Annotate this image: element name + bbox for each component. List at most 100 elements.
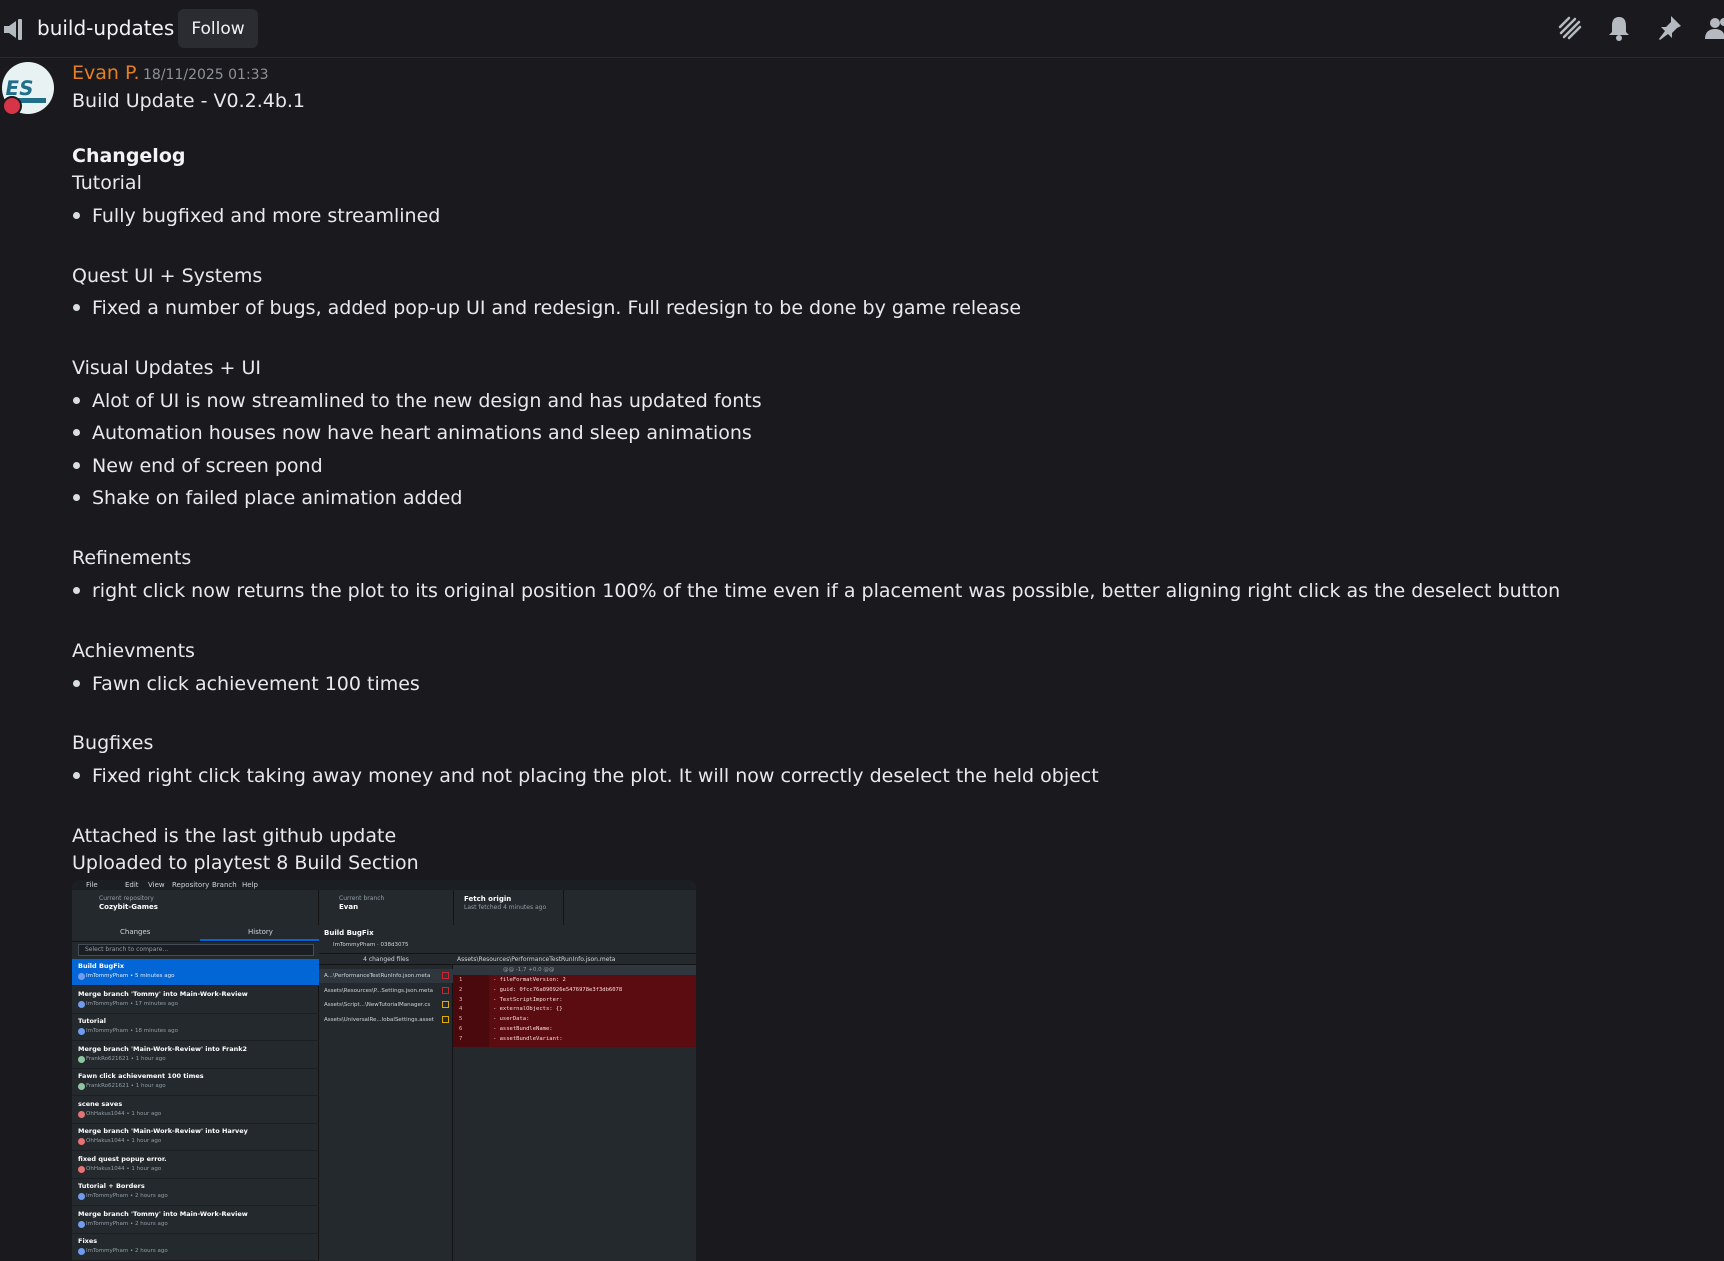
diff-line: - assetBundleName: xyxy=(493,1026,553,1032)
commit-row-title: fixed quest popup error. xyxy=(78,1154,167,1163)
commit-row: Fixes ImTommyPham • 2 hours ago xyxy=(72,1234,319,1261)
commit-row-title: Merge branch 'Main-Work-Review' into Har… xyxy=(78,1127,248,1135)
message-timestamp: 18/11/2025 01:33 xyxy=(143,67,269,83)
branch-label: Current branch xyxy=(339,895,385,902)
image-attachment[interactable]: File Edit View Repository Branch Help Cu… xyxy=(72,880,696,1261)
fetch-sub: Last fetched 4 minutes ago xyxy=(464,904,547,911)
list-item: Automation houses now have heart animati… xyxy=(92,422,752,444)
tab-history: History xyxy=(248,928,273,936)
diff-line: - assetBundleVariant: xyxy=(493,1035,563,1042)
commit-row-meta: ImTommyPham • 2 hours ago xyxy=(86,1248,168,1254)
section-heading: Refinements xyxy=(72,547,192,569)
fetch-label: Fetch origin xyxy=(464,895,512,903)
file-status-icon xyxy=(442,972,449,979)
attachment-tabs: Changes History xyxy=(72,925,319,942)
commit-row: Tutorial + Borders ImTommyPham • 2 hours … xyxy=(72,1179,319,1206)
author-avatar-icon xyxy=(78,1193,85,1200)
follow-button[interactable]: Follow xyxy=(178,9,258,48)
author-avatar-icon xyxy=(78,1248,85,1255)
commit-row-meta: FrankRo621621 • 1 hour ago xyxy=(86,1055,166,1062)
commit-row: Tutorial ImTommyPham • 18 minutes ago xyxy=(72,1014,319,1041)
repo-label: Current repository xyxy=(99,895,154,902)
list-item: Shake on failed place animation added xyxy=(92,487,463,509)
files-heading: 4 changed files xyxy=(319,953,453,965)
section-heading: Visual Updates + UI xyxy=(72,357,261,379)
pin-icon[interactable] xyxy=(1654,13,1684,43)
commit-row-title: scene saves xyxy=(78,1099,123,1108)
message-footer-line: Uploaded to playtest 8 Build Section xyxy=(72,852,419,874)
bullet-dot xyxy=(73,462,80,469)
commit-row-title: Merge branch 'Main-Work-Review' into Fra… xyxy=(78,1044,248,1053)
tab-underline xyxy=(200,939,319,941)
channel-name: build-updates xyxy=(37,16,175,40)
diff-line-number: 4 xyxy=(459,1006,463,1013)
attachment-toolbar: Current repository Cozybit-Games Current… xyxy=(72,890,696,926)
diff-line-number: 6 xyxy=(459,1026,463,1032)
menu-item: Repository xyxy=(172,881,210,889)
menu-item: View xyxy=(148,881,165,889)
diff-line: - fileFormatVersion: 2 xyxy=(493,977,566,983)
list-item: right click now returns the plot to its … xyxy=(92,580,1561,602)
commit-row-title: Merge branch 'Tommy' into Main-Work-Revi… xyxy=(78,1209,248,1218)
repo-name: Cozybit-Games xyxy=(99,903,158,911)
commit-row-meta: ImTommyPham • 18 minutes ago xyxy=(86,1028,178,1034)
commit-row-meta: ImTommyPham • 17 minutes ago xyxy=(86,1000,178,1007)
diff-line-number: 7 xyxy=(459,1035,463,1042)
commit-row: Fawn click achievement 100 times FrankRo6… xyxy=(72,1069,319,1096)
commit-row: Merge branch 'Tommy' into Main-Work-Revi… xyxy=(72,1207,319,1234)
author-avatar-icon xyxy=(78,1000,85,1008)
changed-file: A...\PerformanceTestRunInfo.json.meta xyxy=(319,969,453,983)
commit-row-meta: ImTommyPham • 5 minutes ago xyxy=(86,973,175,979)
menu-item: Edit xyxy=(125,881,139,889)
bullet-dot xyxy=(73,304,80,311)
diff-path: Assets\Resources\PerformanceTestRunInfo.… xyxy=(453,953,696,965)
author-avatar-icon xyxy=(78,1220,85,1228)
list-item: New end of screen pond xyxy=(92,455,323,477)
diff-line-number: 5 xyxy=(459,1016,463,1023)
commit-row: Merge branch 'Main-Work-Review' into Har… xyxy=(72,1124,319,1151)
commit-row-title: Build BugFix xyxy=(78,962,125,970)
message-author[interactable]: Evan P. xyxy=(72,62,140,84)
commit-row-meta: ImTommyPham • 2 hours ago xyxy=(86,1193,168,1199)
fetch-origin: Fetch origin Last fetched 4 minutes ago xyxy=(454,890,564,925)
commit-row-meta: OhHakus1044 • 1 hour ago xyxy=(86,1110,162,1117)
diff-line: - userData: xyxy=(493,1016,530,1023)
list-item: Alot of UI is now streamlined to the new… xyxy=(92,390,762,412)
bell-icon[interactable] xyxy=(1604,13,1634,43)
channel-header: build-updates Follow xyxy=(0,0,1724,58)
branch-name: Evan xyxy=(339,903,359,911)
section-heading: Tutorial xyxy=(72,172,142,194)
commit-detail: Build BugFix ImTommyPham · 038d3075 4 ch… xyxy=(319,925,696,1261)
commit-row-title: Tutorial xyxy=(78,1017,106,1025)
author-avatar-icon xyxy=(78,1028,85,1035)
changed-file: Assets\UniversalRe...lobalSettings.asset xyxy=(319,1013,453,1027)
repo-selector: Current repository Cozybit-Games xyxy=(72,890,319,925)
commit-meta: ImTommyPham · 038d3075 xyxy=(333,942,409,948)
diff-line: - externalObjects: {} xyxy=(493,1006,563,1013)
commit-row-meta: OhHakus1044 • 1 hour ago xyxy=(86,1138,162,1144)
list-item: Fixed right click taking away money and … xyxy=(92,765,1099,787)
threads-icon[interactable] xyxy=(1555,13,1585,43)
commit-row: Build BugFix ImTommyPham • 5 minutes ago xyxy=(72,959,319,986)
file-status-icon xyxy=(442,1001,449,1008)
author-avatar-icon xyxy=(78,1165,85,1173)
list-item: Fully bugfixed and more streamlined xyxy=(92,205,441,227)
commit-row-meta: ImTommyPham • 2 hours ago xyxy=(86,1220,168,1227)
bullet-dot xyxy=(73,587,80,594)
menu-item: Branch xyxy=(212,881,237,889)
commit-row-title: Fawn click achievement 100 times xyxy=(78,1072,204,1080)
diff-line: - TextScriptImporter: xyxy=(493,996,563,1003)
bullet-dot xyxy=(73,680,80,687)
branch-filter: Select branch to compare... xyxy=(78,944,314,956)
commit-row-title: Merge branch 'Tommy' into Main-Work-Revi… xyxy=(78,989,248,998)
file-status-icon xyxy=(442,986,449,994)
members-icon[interactable] xyxy=(1703,13,1724,43)
diff-line: - guid: 0fcc76a090926e5476978e3f3db6078 xyxy=(493,986,623,993)
bullet-dot xyxy=(73,772,80,779)
menu-item: Help xyxy=(242,881,258,889)
changed-files-list: A...\PerformanceTestRunInfo.json.meta Ass… xyxy=(319,965,453,1261)
commit-title: Build BugFix xyxy=(324,929,374,937)
author-avatar-icon xyxy=(78,1055,85,1063)
tab-changes: Changes xyxy=(120,928,151,936)
commit-row-title: Tutorial + Borders xyxy=(78,1182,145,1190)
